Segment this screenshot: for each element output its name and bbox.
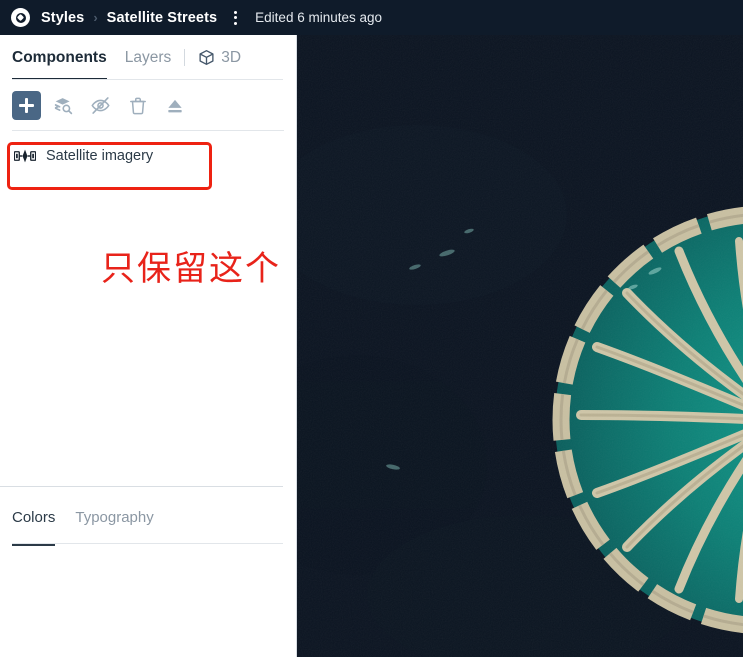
tab-layers[interactable]: Layers (125, 35, 172, 80)
mapbox-logo-inner (15, 12, 26, 23)
satellite-component-icon (14, 149, 36, 163)
tab-3d-label: 3D (221, 48, 242, 66)
components-list: Satellite imagery (0, 131, 296, 172)
breadcrumb-styles-link[interactable]: Styles (41, 10, 84, 26)
components-toolbar (0, 80, 296, 130)
kebab-dot (233, 10, 237, 14)
search-layers-button[interactable] (49, 91, 78, 120)
hide-layers-button[interactable] (86, 91, 115, 120)
bottom-tabs: Colors Typography (0, 487, 296, 547)
tab-vertical-divider (184, 49, 186, 66)
breadcrumb-separator-icon: › (93, 10, 98, 25)
eject-icon (167, 99, 182, 112)
tab-3d[interactable]: 3D (198, 35, 241, 80)
kebab-dot (233, 16, 237, 19)
more-options-icon[interactable] (228, 9, 242, 27)
layers-search-icon (54, 98, 73, 115)
kebab-dot (233, 21, 237, 25)
satellite-map-render (297, 35, 743, 657)
app-root: Styles › Satellite Streets Edited 6 minu… (0, 0, 743, 657)
top-bar: Styles › Satellite Streets Edited 6 minu… (0, 0, 743, 35)
delete-button[interactable] (123, 91, 152, 120)
tab-colors[interactable]: Colors (12, 489, 56, 546)
bottom-tabs-underline (12, 543, 283, 544)
list-item-satellite-imagery[interactable]: Satellite imagery (0, 140, 296, 172)
edited-status-text: Edited 6 minutes ago (255, 10, 383, 25)
tab-components[interactable]: Components (12, 35, 107, 80)
annotation-note-text: 只保留这个 (101, 249, 281, 289)
plus-icon (19, 98, 34, 113)
list-item-label: Satellite imagery (46, 148, 154, 164)
breadcrumb-current-style[interactable]: Satellite Streets (107, 10, 218, 26)
sidebar-tabs-underline (12, 79, 283, 80)
left-sidebar: Components Layers 3D Satellite imagery 只… (0, 35, 296, 657)
tab-typography[interactable]: Typography (75, 489, 153, 546)
map-canvas[interactable] (297, 35, 743, 657)
eye-off-icon (91, 97, 110, 114)
cube-3d-icon (199, 50, 214, 65)
eject-button[interactable] (160, 91, 189, 120)
add-component-button[interactable] (12, 91, 41, 120)
mapbox-logo-icon[interactable] (11, 8, 30, 27)
trash-icon (129, 97, 146, 114)
sidebar-tabs: Components Layers 3D (0, 35, 296, 80)
